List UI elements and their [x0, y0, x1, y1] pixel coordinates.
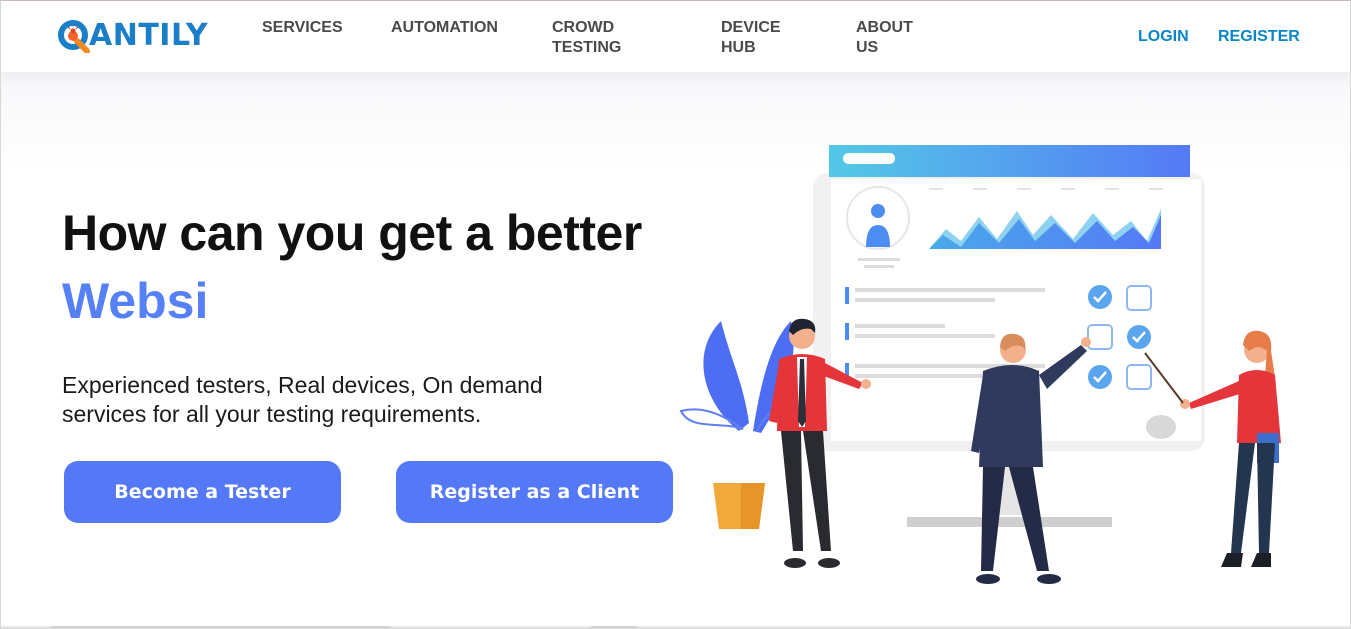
hero-headline: How can you get a better: [62, 205, 642, 261]
register-link[interactable]: REGISTER: [1218, 28, 1300, 46]
brand-logo[interactable]: ANTILY: [57, 17, 208, 55]
login-link[interactable]: LOGIN: [1138, 28, 1189, 46]
brand-name: ANTILY: [89, 18, 209, 53]
team-dashboard-illustration: [679, 145, 1281, 584]
become-tester-button[interactable]: Become a Tester: [64, 461, 341, 523]
nav-device-hub[interactable]: DEVICE HUB: [721, 18, 801, 58]
nav-services[interactable]: SERVICES: [262, 18, 343, 38]
register-client-button[interactable]: Register as a Client: [396, 461, 673, 523]
qantily-logo-icon: [58, 20, 90, 53]
nav-crowd-testing[interactable]: CROWD TESTING: [552, 18, 642, 58]
nav-about-us[interactable]: ABOUT US: [856, 18, 926, 58]
hero-headline-accent: Websi: [62, 273, 209, 329]
hero-subtext: Experienced testers, Real devices, On de…: [62, 372, 543, 427]
page: ANTILY SERVICES AUTOMATION CROWD TESTING…: [0, 0, 1351, 629]
nav-automation[interactable]: AUTOMATION: [391, 18, 498, 38]
top-navbar: ANTILY SERVICES AUTOMATION CROWD TESTING…: [1, 1, 1350, 72]
